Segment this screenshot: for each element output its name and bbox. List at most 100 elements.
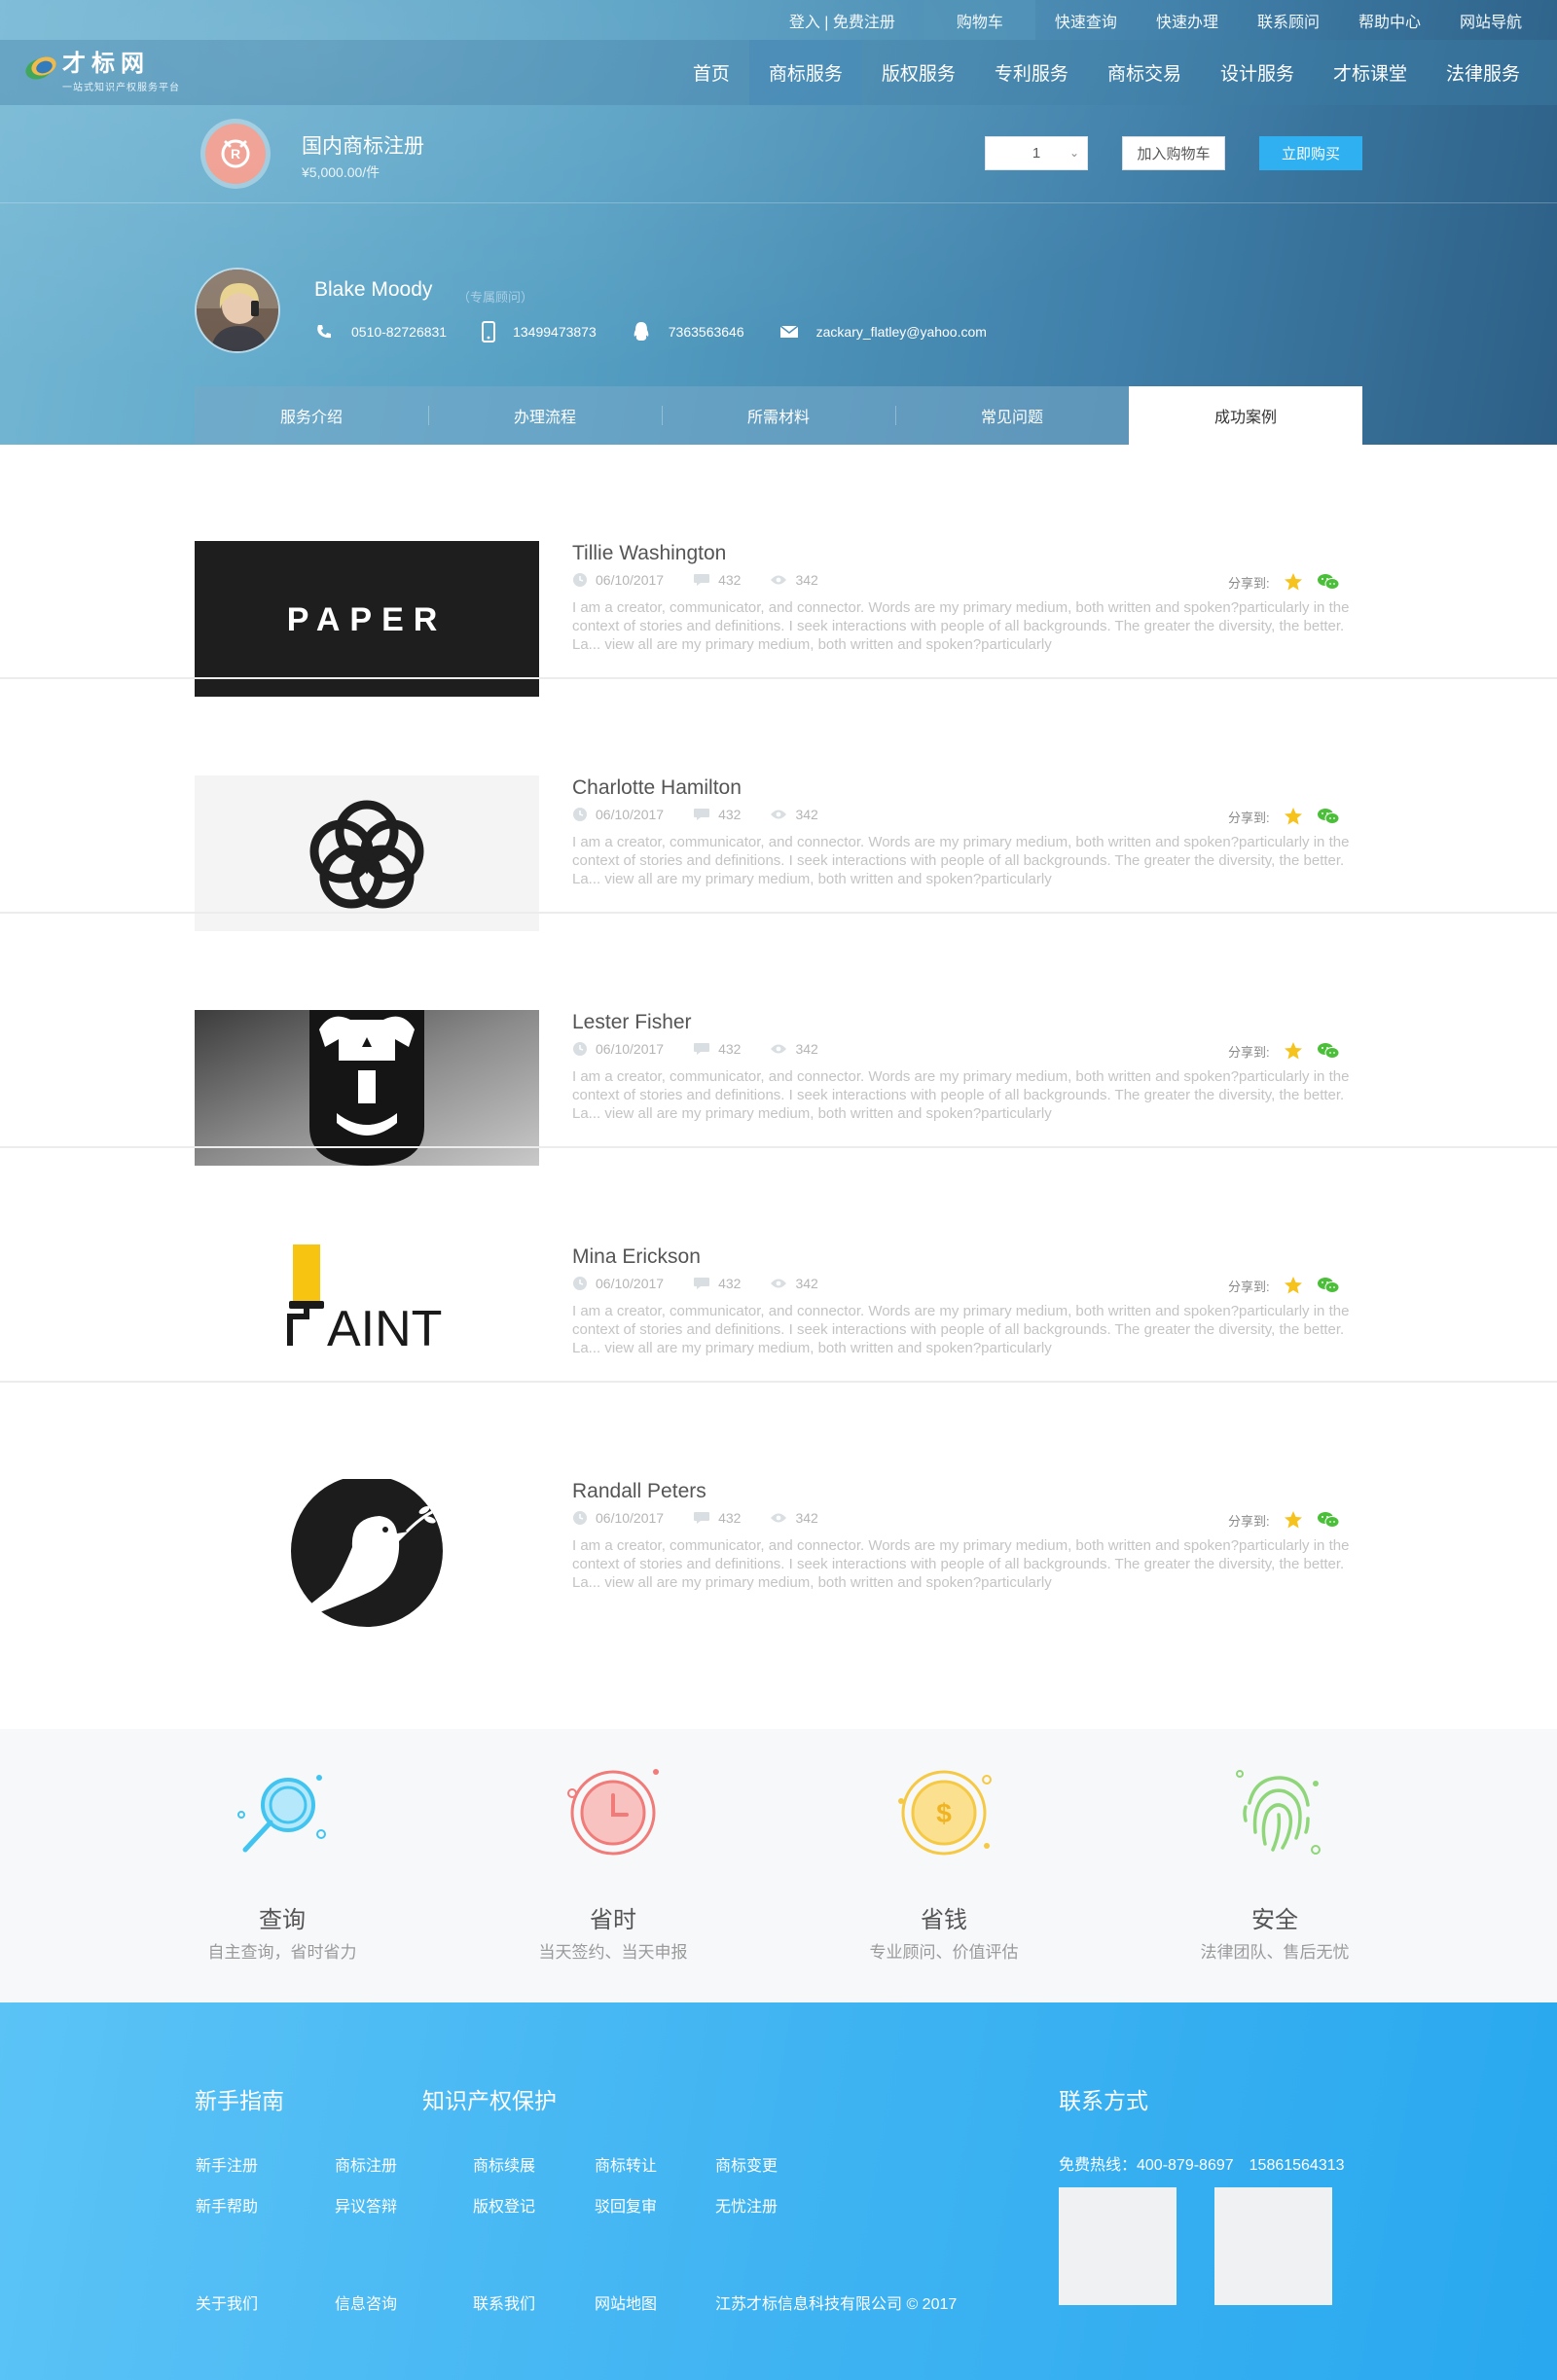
footer-link-trademark-register[interactable]: 商标注册 xyxy=(335,2152,397,2176)
star-icon[interactable] xyxy=(1284,807,1303,826)
case-item[interactable]: AINT Mina Erickson 06/10/2017 432 342 分享… xyxy=(0,1148,1557,1400)
topbar-contact-advisor-link[interactable]: 联系顾问 xyxy=(1238,0,1339,40)
clock-icon xyxy=(573,808,587,821)
nav-copyright-services[interactable]: 版权服务 xyxy=(862,40,975,105)
wechat-icon[interactable] xyxy=(1317,573,1340,591)
case-item[interactable]: Lester Fisher 06/10/2017 432 342 分享到: I … xyxy=(0,914,1557,1166)
registered-trademark-icon: R xyxy=(205,124,266,184)
footer-link-about-us[interactable]: 关于我们 xyxy=(196,2290,258,2314)
quantity-select[interactable]: 1 ⌄ xyxy=(985,136,1088,170)
comment-icon xyxy=(694,574,710,586)
clock-icon xyxy=(567,1769,659,1856)
tab-materials[interactable]: 所需材料 xyxy=(662,386,895,445)
nav-trademark-services[interactable]: 商标服务 xyxy=(748,40,862,105)
nav-trademark-trading[interactable]: 商标交易 xyxy=(1088,40,1201,105)
phone-number: 0510-82726831 xyxy=(351,324,448,340)
case-title[interactable]: Randall Peters xyxy=(572,1480,706,1503)
comment-icon xyxy=(694,1278,710,1289)
site-logo[interactable]: 才标网 一站式知识产权服务平台 xyxy=(22,52,180,93)
footer-guide-heading: 新手指南 xyxy=(195,2088,284,2113)
footer-link-worry-free-register[interactable]: 无忧注册 xyxy=(715,2193,778,2217)
case-item[interactable]: Randall Peters 06/10/2017 432 342 分享到: I… xyxy=(0,1383,1557,1635)
case-views: 342 xyxy=(795,807,818,822)
wechat-icon[interactable] xyxy=(1317,808,1340,825)
topbar-site-nav-link[interactable]: 网站导航 xyxy=(1440,0,1541,40)
feature-title: 省钱 xyxy=(921,1907,967,1933)
coin-icon: $ xyxy=(898,1770,992,1856)
knot-logo xyxy=(195,775,539,931)
case-description: I am a creator, communicator, and connec… xyxy=(572,1537,1350,1591)
footer-link-newbie-register[interactable]: 新手注册 xyxy=(196,2152,258,2176)
product-price: ¥5,000.00/件 xyxy=(302,164,380,180)
tab-success-cases[interactable]: 成功案例 xyxy=(1129,386,1362,445)
case-date: 06/10/2017 xyxy=(596,807,665,822)
detail-tabs: 服务介绍 办理流程 所需材料 常见问题 成功案例 xyxy=(195,386,1362,445)
star-icon[interactable] xyxy=(1284,572,1303,592)
footer-contact-heading: 联系方式 xyxy=(1059,2088,1148,2113)
paper-logo-text: PAPER xyxy=(287,601,448,638)
star-icon[interactable] xyxy=(1284,1510,1303,1530)
buy-now-button[interactable]: 立即购买 xyxy=(1259,136,1362,170)
product-name: 国内商标注册 xyxy=(302,135,424,158)
nav-design-services[interactable]: 设计服务 xyxy=(1201,40,1314,105)
wechat-icon[interactable] xyxy=(1317,1277,1340,1294)
case-meta: 06/10/2017 432 342 xyxy=(572,1276,848,1291)
main-nav: 首页 商标服务 版权服务 专利服务 商标交易 设计服务 才标课堂 法律服务 xyxy=(673,40,1539,105)
case-views: 342 xyxy=(795,1041,818,1057)
tab-process[interactable]: 办理流程 xyxy=(428,386,662,445)
site-footer: 新手指南 知识产权保护 联系方式 新手注册 商标注册 商标续展 商标转让 商标变… xyxy=(0,2002,1557,2380)
footer-link-trademark-renewal[interactable]: 商标续展 xyxy=(473,2152,535,2176)
paper-logo: PAPER xyxy=(195,541,539,697)
footer-link-trademark-change[interactable]: 商标变更 xyxy=(715,2152,778,2176)
case-description: I am a creator, communicator, and connec… xyxy=(572,1303,1350,1356)
share-bar: 分享到: xyxy=(1228,807,1340,826)
nav-patent-services[interactable]: 专利服务 xyxy=(975,40,1088,105)
footer-link-contact-us[interactable]: 联系我们 xyxy=(473,2290,535,2314)
feature-security: 安全 法律团队、售后无忧 xyxy=(1148,1729,1401,2002)
footer-link-copyright-registration[interactable]: 版权登记 xyxy=(473,2193,535,2217)
add-to-cart-button[interactable]: 加入购物车 xyxy=(1122,136,1225,170)
star-icon[interactable] xyxy=(1284,1041,1303,1061)
nav-home[interactable]: 首页 xyxy=(673,40,749,105)
quantity-value: 1 xyxy=(1032,145,1041,162)
case-comments: 432 xyxy=(718,1041,742,1057)
logo-mark-icon xyxy=(22,54,59,84)
topbar-help-center-link[interactable]: 帮助中心 xyxy=(1339,0,1440,40)
footer-link-rejection-review[interactable]: 驳回复审 xyxy=(595,2193,657,2217)
case-item[interactable]: Charlotte Hamilton 06/10/2017 432 342 分享… xyxy=(0,679,1557,931)
footer-copyright: 江苏才标信息科技有限公司 © 2017 xyxy=(715,2296,958,2313)
topbar-quick-search-link[interactable]: 快速查询 xyxy=(1035,0,1137,40)
case-title[interactable]: Lester Fisher xyxy=(572,1011,692,1034)
star-icon[interactable] xyxy=(1284,1276,1303,1295)
footer-link-opposition-reply[interactable]: 异议答辩 xyxy=(335,2193,397,2217)
topbar-cart-link[interactable]: 购物车 xyxy=(923,0,1035,40)
qq-contact: 7363563646 xyxy=(632,321,744,343)
phone-contact: 0510-82726831 xyxy=(314,322,447,342)
case-title[interactable]: Charlotte Hamilton xyxy=(572,776,742,800)
clock-icon xyxy=(573,1277,587,1290)
case-title[interactable]: Tillie Washington xyxy=(572,542,726,565)
clock-icon xyxy=(573,1042,587,1056)
nav-courses[interactable]: 才标课堂 xyxy=(1314,40,1427,105)
email-contact: zackary_flatley@yahoo.com xyxy=(779,324,987,340)
wechat-icon[interactable] xyxy=(1317,1511,1340,1529)
footer-link-newbie-help[interactable]: 新手帮助 xyxy=(196,2193,258,2217)
footer-link-site-map[interactable]: 网站地图 xyxy=(595,2290,657,2314)
footer-ip-heading: 知识产权保护 xyxy=(422,2088,557,2113)
nav-legal-services[interactable]: 法律服务 xyxy=(1427,40,1539,105)
feature-subtitle: 专业顾问、价值评估 xyxy=(869,1943,1019,1962)
login-register-link[interactable]: 登入 | 免费注册 xyxy=(770,0,924,40)
share-label: 分享到: xyxy=(1228,810,1270,825)
tab-service-intro[interactable]: 服务介绍 xyxy=(195,386,428,445)
topbar-quick-process-link[interactable]: 快速办理 xyxy=(1137,0,1238,40)
footer-link-trademark-transfer[interactable]: 商标转让 xyxy=(595,2152,657,2176)
wechat-icon[interactable] xyxy=(1317,1042,1340,1060)
tab-faq[interactable]: 常见问题 xyxy=(895,386,1129,445)
clock-icon xyxy=(573,1511,587,1525)
footer-link-info-consult[interactable]: 信息咨询 xyxy=(335,2290,397,2314)
email-address[interactable]: zackary_flatley@yahoo.com xyxy=(816,324,987,340)
case-item[interactable]: PAPER Tillie Washington 06/10/2017 432 3… xyxy=(0,445,1557,697)
case-title[interactable]: Mina Erickson xyxy=(572,1245,701,1269)
comment-icon xyxy=(694,1512,710,1524)
top-bar: 登入 | 免费注册 购物车 快速查询 快速办理 联系顾问 帮助中心 网站导航 xyxy=(0,0,1557,40)
